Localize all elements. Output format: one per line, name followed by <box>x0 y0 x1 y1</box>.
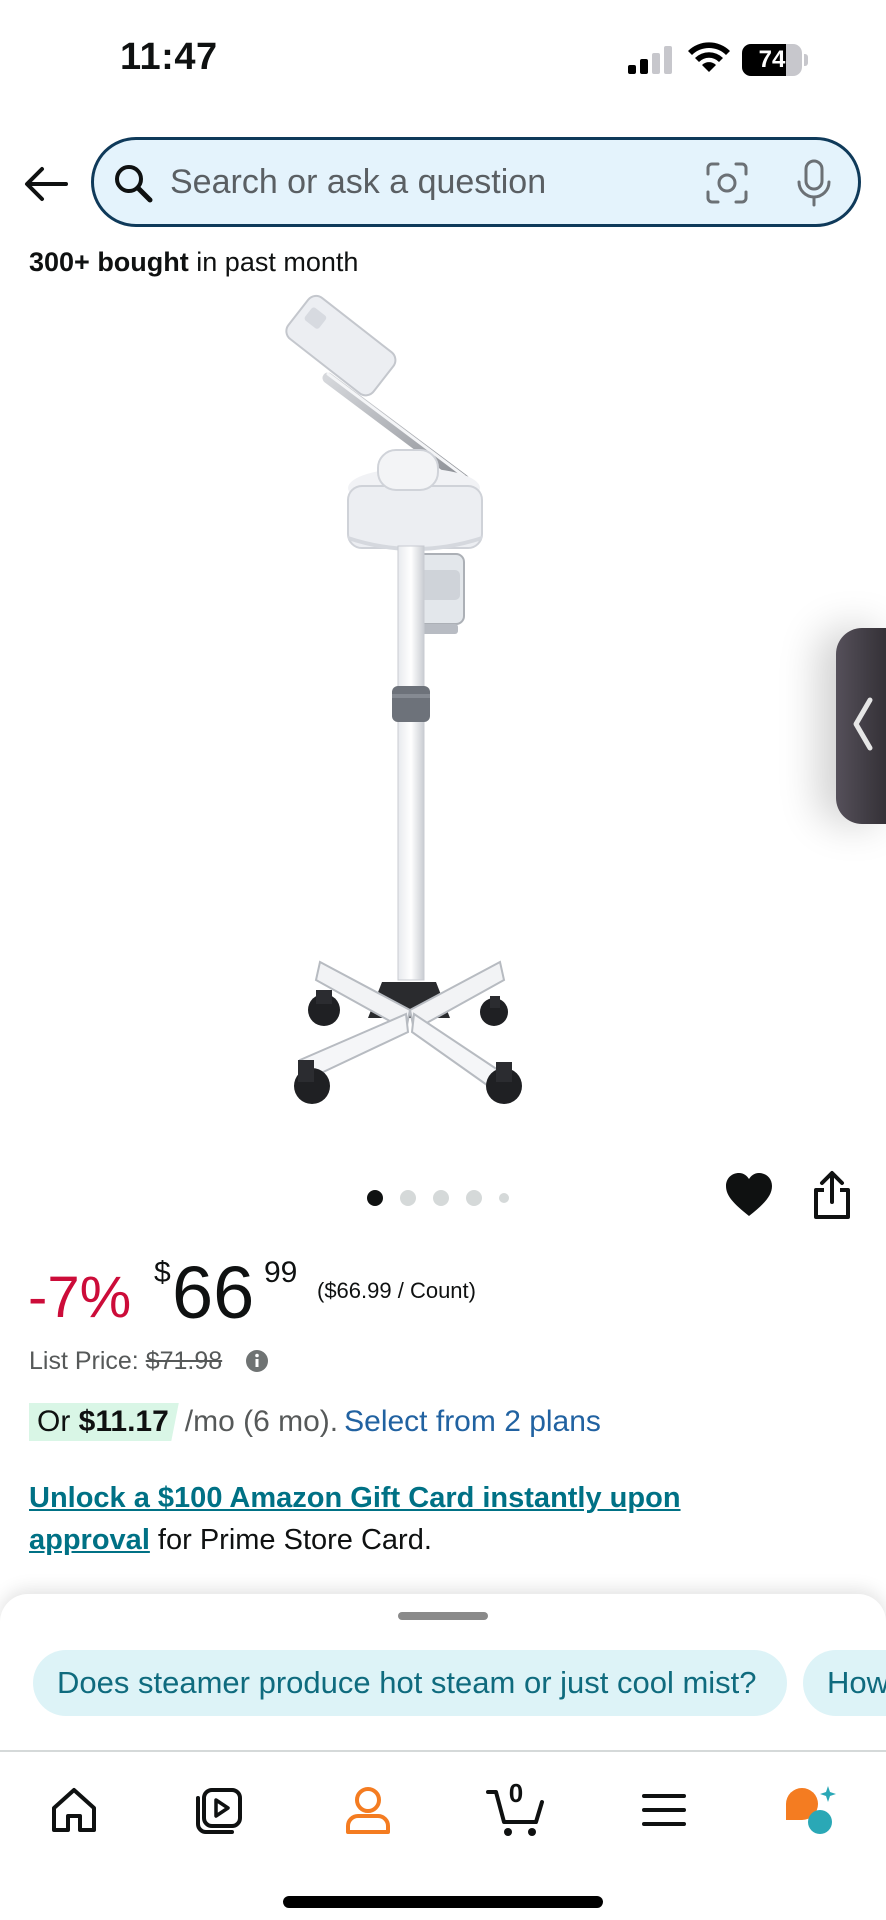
carousel-dot[interactable] <box>499 1193 509 1203</box>
status-bar: 11:47 74 <box>0 0 886 120</box>
unit-price: ($66.99 / Count) <box>317 1278 476 1303</box>
list-price-label: List Price: <box>29 1347 146 1375</box>
cart-count: 0 <box>508 1778 524 1808</box>
select-plans-link[interactable]: Select from 2 plans <box>344 1405 601 1439</box>
price-currency: $ <box>154 1256 171 1289</box>
installment-term: /mo (6 mo). <box>184 1405 339 1438</box>
side-panel-tab[interactable] <box>836 628 886 824</box>
menu-icon[interactable] <box>634 1780 694 1840</box>
bought-count: 300+ bought <box>29 247 189 277</box>
search-icon <box>115 165 153 203</box>
battery-percent: 74 <box>758 46 786 73</box>
rufus-suggestions-sheet: Does steamer produce hot steam or just c… <box>0 1594 886 1750</box>
installment-offer: Or $11.17 /mo (6 mo). Select from 2 plan… <box>29 1403 601 1441</box>
list-price-value: $71.98 <box>145 1347 223 1375</box>
home-icon[interactable] <box>44 1780 104 1840</box>
video-icon[interactable] <box>190 1780 250 1840</box>
bought-in-past-month: 300+ bought in past month <box>29 247 358 278</box>
price-fraction: 99 <box>264 1256 298 1289</box>
status-time: 11:47 <box>120 36 218 78</box>
share-icon[interactable] <box>812 1170 852 1220</box>
chevron-left-icon <box>853 697 873 751</box>
search-bar[interactable] <box>91 137 861 227</box>
suggestion-chip[interactable]: How <box>803 1650 886 1716</box>
promo-rest-text: for Prime Store Card. <box>149 1524 432 1556</box>
sheet-drag-handle[interactable] <box>398 1612 488 1620</box>
camera-icon[interactable] <box>704 160 750 206</box>
back-arrow-icon[interactable] <box>22 160 70 208</box>
carousel-dot[interactable] <box>367 1190 383 1206</box>
bottom-tab-bar: 0 <box>0 1750 886 1920</box>
installment-amount: $11.17 <box>78 1405 169 1438</box>
home-indicator <box>283 1896 603 1908</box>
carousel-dot[interactable] <box>400 1190 416 1206</box>
carousel-dot[interactable] <box>466 1190 482 1206</box>
image-carousel-dots <box>367 1187 509 1209</box>
cellular-signal-icon <box>628 46 672 74</box>
battery-icon: 74 <box>742 44 808 76</box>
cart-button[interactable]: 0 <box>486 1778 546 1840</box>
installment-prefix: Or <box>37 1405 79 1438</box>
info-icon[interactable] <box>245 1349 269 1373</box>
rufus-icon[interactable] <box>780 1780 840 1840</box>
carousel-dot[interactable] <box>433 1190 449 1206</box>
list-price: List Price: $71.98 <box>29 1347 222 1376</box>
wifi-icon <box>688 42 730 72</box>
price-block: -7% $ 66 99 ($66.99 / Count) <box>28 1251 828 1334</box>
product-image-facial-steamer[interactable] <box>240 290 640 1130</box>
search-input[interactable] <box>170 154 690 210</box>
microphone-icon[interactable] <box>794 158 834 208</box>
bought-period: in past month <box>188 247 359 277</box>
discount-percent: -7% <box>28 1265 132 1330</box>
heart-icon[interactable] <box>724 1172 774 1218</box>
prime-card-promo: Unlock a $100 Amazon Gift Card instantly… <box>29 1477 809 1561</box>
account-icon[interactable] <box>338 1780 398 1840</box>
price-whole: 66 <box>172 1251 255 1334</box>
suggestion-chip[interactable]: Does steamer produce hot steam or just c… <box>33 1650 787 1716</box>
installment-badge: Or $11.17 <box>29 1403 179 1441</box>
